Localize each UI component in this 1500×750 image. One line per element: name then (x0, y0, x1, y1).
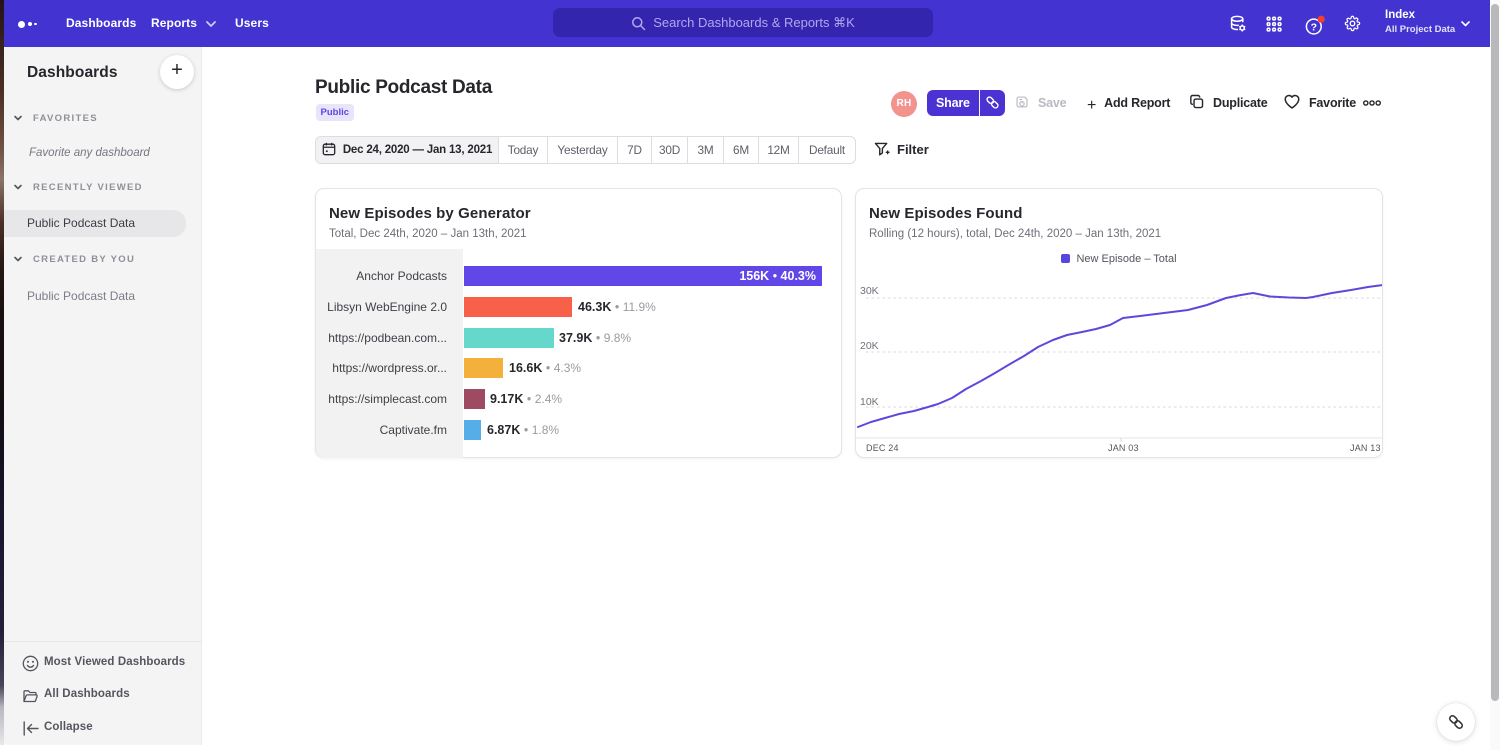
svg-text:?: ? (1311, 21, 1317, 33)
